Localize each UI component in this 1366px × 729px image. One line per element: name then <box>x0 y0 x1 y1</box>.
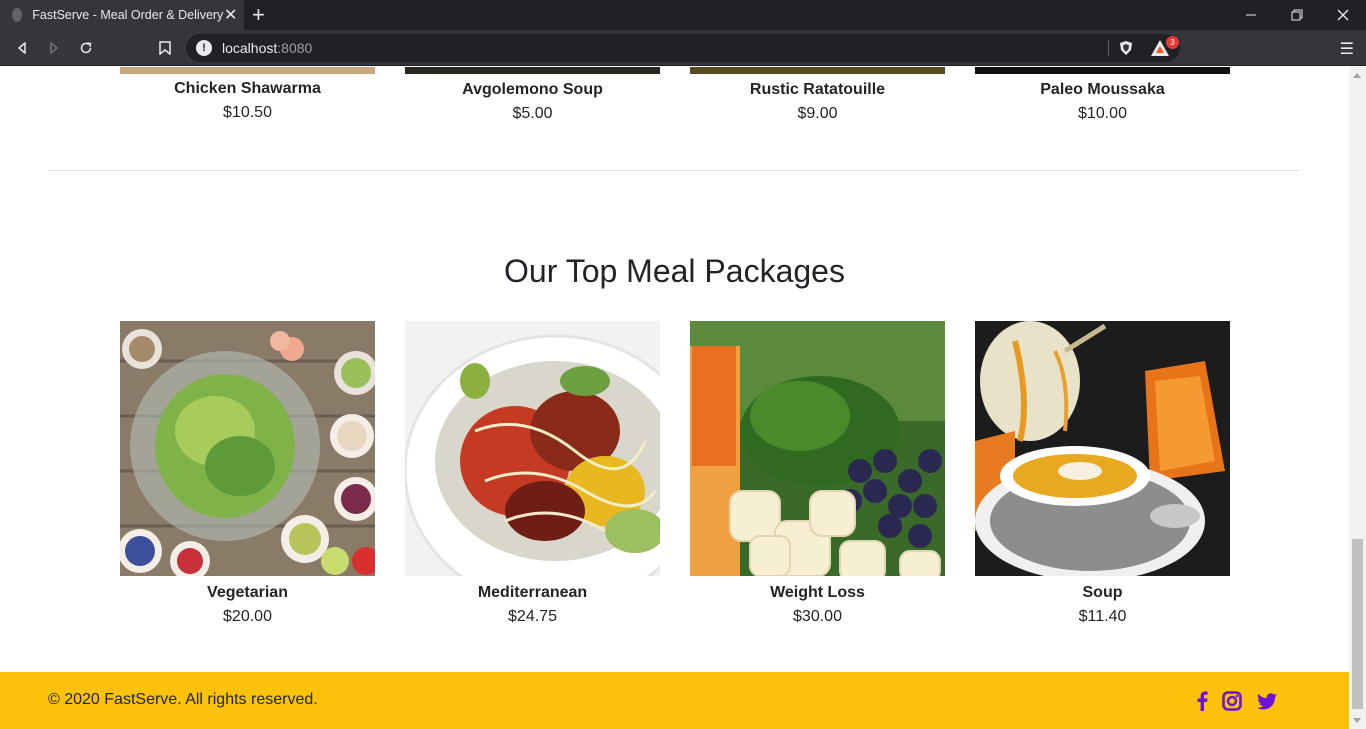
close-window-button[interactable] <box>1320 0 1366 30</box>
address-bar[interactable]: ! localhost:8080 3 <box>186 34 1180 62</box>
meal-price: $9.00 <box>797 105 838 122</box>
meal-name: Paleo Moussaka <box>1040 81 1165 98</box>
url-host: localhost <box>222 40 278 56</box>
vegetarian-package-image[interactable] <box>120 321 375 576</box>
rustic-ratatouille-image[interactable] <box>690 67 945 74</box>
package-name: Weight Loss <box>770 584 865 601</box>
weight-loss-package-image[interactable] <box>690 321 945 576</box>
menu-icon[interactable]: ☰ <box>1340 39 1354 59</box>
meal-name: Avgolemono Soup <box>462 81 603 98</box>
tab-title: FastServe - Meal Order & Delivery <box>32 8 224 22</box>
chicken-shawarma-image[interactable] <box>120 67 375 74</box>
meal-card[interactable]: Avgolemono Soup $5.00 <box>405 81 660 123</box>
meal-price: $10.00 <box>1078 105 1127 122</box>
meal-card[interactable]: Chicken Shawarma $10.50 <box>120 80 375 122</box>
omnibox-separator <box>1108 40 1109 56</box>
meal-card[interactable]: Rustic Ratatouille $9.00 <box>690 81 945 123</box>
twitter-icon[interactable] <box>1256 690 1278 712</box>
new-tab-button[interactable]: + <box>252 3 265 27</box>
meal-name: Chicken Shawarma <box>174 80 321 97</box>
package-name: Mediterranean <box>477 584 588 601</box>
brave-shield-icon[interactable] <box>1118 40 1134 56</box>
close-tab-icon[interactable]: ✕ <box>223 5 238 25</box>
meal-price: $5.00 <box>512 105 553 122</box>
browser-toolbar: ! localhost:8080 3 ☰ <box>0 30 1366 66</box>
package-price: $11.40 <box>1078 608 1127 625</box>
package-card[interactable]: Mediterranean $24.75 <box>405 584 660 626</box>
info-icon[interactable]: ! <box>196 40 212 56</box>
package-price: $30.00 <box>793 608 842 625</box>
copyright-text: © 2020 FastServe. All rights reserved. <box>48 691 318 708</box>
package-price: $20.00 <box>223 608 272 625</box>
browser-tab[interactable]: FastServe - Meal Order & Delivery ✕ <box>0 0 244 30</box>
rewards-badge: 3 <box>1166 36 1179 49</box>
scroll-up-icon[interactable] <box>1353 73 1361 78</box>
scroll-down-icon[interactable] <box>1353 718 1361 723</box>
browser-titlebar: FastServe - Meal Order & Delivery ✕ + <box>0 0 1366 30</box>
reload-button[interactable] <box>74 36 98 60</box>
package-card[interactable]: Weight Loss $30.00 <box>690 584 945 626</box>
package-card[interactable]: Soup $11.40 <box>975 584 1230 626</box>
scroll-thumb[interactable] <box>1352 539 1363 709</box>
globe-icon <box>12 8 23 22</box>
facebook-icon[interactable] <box>1194 690 1210 712</box>
package-name: Soup <box>1082 584 1123 601</box>
section-title: Our Top Meal Packages <box>504 253 845 289</box>
instagram-icon[interactable] <box>1221 690 1243 712</box>
package-card[interactable]: Vegetarian $20.00 <box>120 584 375 626</box>
footer: © 2020 FastServe. All rights reserved. <box>0 672 1349 729</box>
mediterranean-package-image[interactable] <box>405 321 660 576</box>
restore-button[interactable] <box>1274 0 1320 30</box>
meal-price: $10.50 <box>223 104 272 121</box>
package-price: $24.75 <box>508 608 557 625</box>
forward-button[interactable] <box>42 36 66 60</box>
page-viewport: Chicken Shawarma $10.50 Avgolemono Soup … <box>0 67 1349 729</box>
paleo-moussaka-image[interactable] <box>975 67 1230 74</box>
meal-card[interactable]: Paleo Moussaka $10.00 <box>975 81 1230 123</box>
section-divider <box>48 170 1300 171</box>
soup-package-image[interactable] <box>975 321 1230 576</box>
vertical-scrollbar[interactable] <box>1349 67 1366 729</box>
package-name: Vegetarian <box>207 584 288 601</box>
meal-name: Rustic Ratatouille <box>749 81 886 98</box>
avgolemono-soup-image[interactable] <box>405 67 660 74</box>
back-button[interactable] <box>10 36 34 60</box>
url-port: :8080 <box>277 40 313 56</box>
bookmark-icon[interactable] <box>153 36 177 60</box>
minimize-button[interactable] <box>1228 0 1274 30</box>
